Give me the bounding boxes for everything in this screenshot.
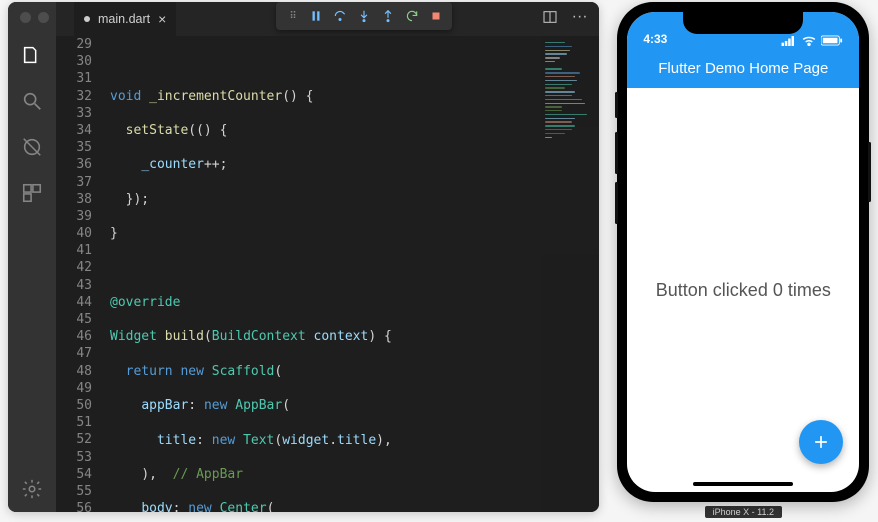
debug-icon[interactable] [20, 135, 44, 159]
explorer-icon[interactable] [20, 43, 44, 67]
minimap[interactable] [541, 36, 599, 512]
fab-add-button[interactable] [799, 420, 843, 464]
search-icon[interactable] [20, 89, 44, 113]
step-into-icon[interactable] [352, 4, 376, 28]
tab-filename: main.dart [98, 12, 150, 26]
editor-column: main.dart × ⠿ ··· 2930313233343536373839… [56, 2, 599, 512]
activity-bar [8, 2, 56, 512]
step-out-icon[interactable] [376, 4, 400, 28]
home-indicator[interactable] [693, 482, 793, 486]
restart-icon[interactable] [400, 4, 424, 28]
stop-icon[interactable] [424, 4, 448, 28]
modified-dot-icon [84, 16, 90, 22]
code-editor[interactable]: 2930313233343536373839404142434445464748… [56, 36, 599, 512]
status-right [781, 35, 843, 46]
split-editor-icon[interactable] [541, 8, 559, 26]
debug-toolbar[interactable]: ⠿ [276, 2, 452, 30]
pause-icon[interactable] [304, 4, 328, 28]
close-dot[interactable] [20, 12, 31, 23]
ide-window: main.dart × ⠿ ··· 2930313233343536373839… [8, 2, 599, 512]
phone-frame: 4:33 Flutter Demo Home Page Button click… [617, 2, 869, 502]
app-title: Flutter Demo Home Page [658, 60, 828, 77]
code-body[interactable]: void _incrementCounter() { setState(() {… [110, 36, 599, 512]
simulator-panel: 4:33 Flutter Demo Home Page Button click… [609, 0, 878, 522]
more-icon[interactable]: ··· [571, 8, 589, 26]
phone-screen[interactable]: 4:33 Flutter Demo Home Page Button click… [627, 12, 859, 492]
notch [683, 12, 803, 34]
power-button [868, 142, 871, 202]
wifi-icon [802, 36, 816, 46]
line-gutter: 2930313233343536373839404142434445464748… [56, 36, 110, 512]
settings-gear-icon[interactable] [20, 477, 44, 501]
status-time: 4:33 [643, 32, 667, 46]
plus-icon [811, 432, 831, 452]
extensions-icon[interactable] [20, 181, 44, 205]
drag-handle-icon[interactable]: ⠿ [280, 4, 304, 28]
minimize-dot[interactable] [38, 12, 49, 23]
volume-down-button [615, 182, 618, 224]
signal-icon [781, 36, 797, 46]
app-bar: Flutter Demo Home Page [627, 48, 859, 88]
counter-text: Button clicked 0 times [656, 280, 831, 301]
step-over-icon[interactable] [328, 4, 352, 28]
battery-icon [821, 35, 843, 46]
file-tab[interactable]: main.dart × [74, 2, 176, 36]
close-icon[interactable]: × [158, 12, 166, 26]
mute-switch [615, 92, 618, 118]
volume-up-button [615, 132, 618, 174]
device-label: iPhone X - 11.2 [705, 506, 782, 518]
